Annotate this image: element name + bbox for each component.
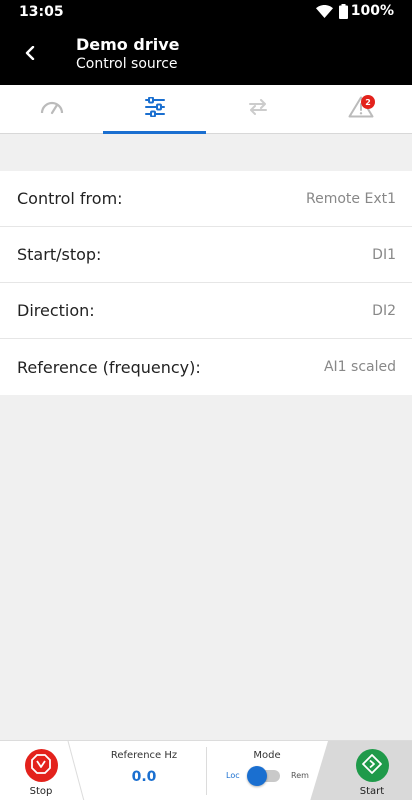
tab-control-source[interactable]	[103, 85, 206, 134]
app-header: 13:05 100% Demo drive Control source	[0, 0, 412, 85]
page-title: Demo drive	[76, 35, 180, 54]
stop-circle	[24, 749, 58, 782]
setting-value: Remote Ext1	[306, 190, 396, 207]
mode-loc-label: Loc	[226, 771, 240, 780]
wifi-icon	[315, 4, 333, 18]
status-time: 13:05	[19, 4, 64, 20]
setting-value: DI1	[372, 246, 396, 263]
control-source-list: Control from: Remote Ext1 Start/stop: DI…	[0, 171, 412, 395]
setting-label: Control from:	[17, 189, 123, 208]
swap-arrows-icon	[247, 99, 269, 119]
start-label: Start	[359, 786, 385, 797]
status-icons: 100%	[315, 3, 394, 19]
list-item[interactable]: Start/stop: DI1	[0, 227, 412, 283]
setting-value: DI2	[372, 302, 396, 319]
mode-rem-label: Rem	[291, 771, 309, 780]
gauge-icon	[40, 99, 64, 119]
reference-value: 0.0	[131, 769, 157, 785]
list-item[interactable]: Direction: DI2	[0, 283, 412, 339]
back-button[interactable]	[14, 38, 46, 70]
tab-dashboard[interactable]	[0, 85, 103, 133]
reference-display[interactable]: Reference Hz 0.0	[82, 741, 206, 800]
toggle-knob	[247, 766, 267, 786]
battery-icon	[338, 3, 348, 19]
setting-label: Start/stop:	[17, 245, 102, 264]
page-subtitle: Control source	[76, 56, 178, 72]
start-button[interactable]: Start	[332, 741, 412, 800]
stop-icon	[30, 753, 52, 779]
fault-count-badge: 2	[361, 95, 375, 109]
setting-label: Reference (frequency):	[17, 357, 201, 377]
mode-control: Mode Loc Rem	[207, 741, 327, 800]
drive-control-bar: Stop Reference Hz 0.0 Mode Loc Rem Start	[0, 740, 412, 800]
back-arrow-icon	[24, 45, 36, 64]
list-item[interactable]: Control from: Remote Ext1	[0, 171, 412, 227]
setting-value: AI1 scaled	[323, 359, 396, 375]
mode-label: Mode	[253, 750, 281, 761]
tab-bar	[0, 85, 412, 134]
mode-toggle[interactable]	[247, 766, 281, 786]
stop-label: Stop	[29, 786, 53, 797]
tab-io[interactable]	[206, 85, 309, 133]
battery-percent: 100%	[350, 3, 394, 19]
tab-faults[interactable]	[309, 85, 412, 133]
setting-label: Direction:	[17, 301, 95, 320]
list-item[interactable]: Reference (frequency): AI1 scaled	[0, 339, 412, 395]
sliders-icon	[144, 96, 166, 121]
reference-label: Reference Hz	[110, 750, 178, 761]
start-circle	[355, 749, 389, 782]
start-icon	[361, 753, 383, 779]
